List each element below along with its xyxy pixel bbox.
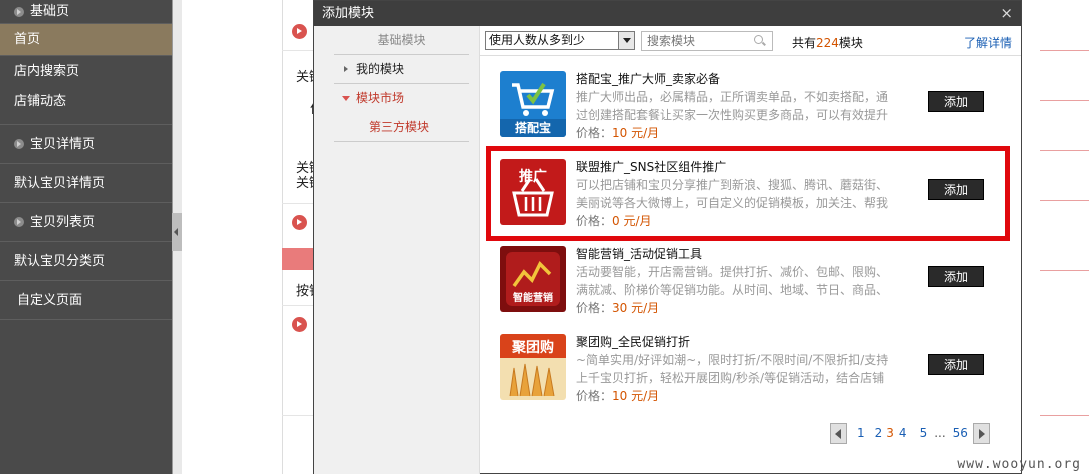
sidebar-item-custom-page[interactable]: 自定义页面 <box>0 281 172 320</box>
nav-module-market[interactable]: 模块市场 <box>334 84 469 113</box>
divider <box>1040 100 1089 101</box>
divider <box>282 415 317 416</box>
module-search-input[interactable] <box>641 31 773 51</box>
expand-icon <box>14 217 24 227</box>
sidebar-item-store-search[interactable]: 店内搜索页 <box>0 56 172 87</box>
divider <box>1040 200 1089 201</box>
highlight-box <box>486 146 1010 241</box>
dialog-body: 基础模块 我的模块 模块市场 第三方模块 使用人数从多到少 共 <box>314 26 1021 474</box>
section-label: 宝贝列表页 <box>30 214 96 230</box>
sidebar-item-home[interactable]: 首页 <box>0 24 172 56</box>
page-ellipsis: ... <box>934 426 946 440</box>
module-title[interactable]: 智能营销_活动促销工具 <box>576 245 702 262</box>
module-title[interactable]: 搭配宝_推广大师_卖家必备 <box>576 70 720 87</box>
price-label: 价格： <box>576 389 613 403</box>
add-module-button[interactable]: 添加 <box>928 91 984 112</box>
sidebar-item-default-detail[interactable]: 默认宝贝详情页 <box>0 164 172 203</box>
nav-basic-modules[interactable]: 基础模块 <box>334 26 469 55</box>
page-current: 3 <box>886 426 894 440</box>
dialog-title: 添加模块 <box>322 6 375 21</box>
module-title[interactable]: 聚团购_全民促销打折 <box>576 333 690 350</box>
section-label: 宝贝详情页 <box>30 136 96 152</box>
divider <box>282 203 317 204</box>
module-price: 价格：10 元/月 <box>576 387 659 404</box>
pagination: 1 2 3 4 5 ... 56 <box>830 422 990 444</box>
count-prefix: 共有 <box>792 36 817 50</box>
module-item: 搭配宝 搭配宝_推广大师_卖家必备 推广大师出品，必属精品，正所谓卖单品，不如卖… <box>500 70 984 151</box>
section-basic-pages[interactable]: 基础页 <box>0 0 172 24</box>
prev-page-button[interactable] <box>830 422 847 444</box>
section-item-detail-pages[interactable]: 宝贝详情页 <box>0 125 172 164</box>
divider <box>282 305 317 306</box>
module-count: 共有224模块 <box>792 34 863 51</box>
sidebar-item-default-category[interactable]: 默认宝贝分类页 <box>0 242 172 281</box>
search-icon[interactable] <box>754 35 763 44</box>
price-value: 10 元/月 <box>612 389 660 403</box>
module-description: 推广大师出品，必属精品，正所谓卖单品，不如卖搭配，通过创建搭配套餐让买家一次性购… <box>576 90 889 122</box>
module-item: 智能营销 智能营销_活动促销工具 活动要智能，开店需营销。提供打折、减价、包邮、… <box>500 245 984 326</box>
close-icon[interactable]: × <box>1000 1 1013 26</box>
price-value: 30 元/月 <box>612 301 660 315</box>
page-link[interactable]: 4 <box>899 426 907 440</box>
section-arrow-icon <box>292 317 307 332</box>
module-list-panel: 使用人数从多到少 共有224模块 了解详情 <box>480 26 1021 474</box>
dialog-title-bar: 添加模块 × <box>314 1 1021 26</box>
watermark: www.wooyun.org <box>957 457 1081 472</box>
price-value: 10 元/月 <box>612 126 660 140</box>
page-link[interactable]: 2 <box>875 426 883 440</box>
divider <box>334 141 469 142</box>
expand-icon <box>14 139 24 149</box>
module-category-nav: 基础模块 我的模块 模块市场 第三方模块 <box>314 26 480 474</box>
divider <box>1040 150 1089 151</box>
nav-label: 我的模块 <box>356 62 405 76</box>
divider <box>1040 415 1089 416</box>
chevron-right-icon <box>344 66 348 72</box>
module-logo-text: 聚团购 <box>511 339 554 356</box>
dapeibao-logo[interactable]: 搭配宝 <box>500 71 566 137</box>
module-logo-text: 搭配宝 <box>515 120 551 135</box>
nav-third-party-modules[interactable]: 第三方模块 <box>369 113 479 141</box>
module-description: ~简单实用/好评如潮~，限时打折/不限时间/不限折扣/支持上千宝贝打折，轻松开展… <box>576 353 889 385</box>
sort-value: 使用人数从多到少 <box>489 33 586 47</box>
count-suffix: 模块 <box>838 36 863 50</box>
add-module-button[interactable]: 添加 <box>928 354 984 375</box>
page-link-last[interactable]: 56 <box>953 426 968 440</box>
divider <box>282 50 317 51</box>
page-link[interactable]: 5 <box>920 426 928 440</box>
dropdown-arrow-icon[interactable] <box>618 32 634 49</box>
section-arrow-icon <box>292 24 307 39</box>
sidebar-item-store-news[interactable]: 店铺动态 <box>0 87 172 125</box>
collapse-sidebar-handle[interactable] <box>172 213 182 251</box>
chevron-down-icon <box>342 96 350 101</box>
divider <box>1040 270 1089 271</box>
group-buy-logo[interactable]: 聚团购 <box>500 334 566 400</box>
learn-more-link[interactable]: 了解详情 <box>964 34 1012 51</box>
price-label: 价格： <box>576 126 613 140</box>
count-number: 224 <box>816 36 839 50</box>
section-label: 基础页 <box>30 3 70 19</box>
module-price: 价格：10 元/月 <box>576 124 659 141</box>
price-label: 价格： <box>576 301 613 315</box>
expand-icon <box>14 6 24 17</box>
next-page-button[interactable] <box>972 422 990 444</box>
section-arrow-icon <box>292 215 307 230</box>
module-item: 聚团购 聚团购_全民促销打折 ~简单实用/好评如潮~，限时打折/不限时间/不限折… <box>500 333 984 414</box>
module-logo-text: 智能营销 <box>513 291 553 304</box>
sort-select[interactable]: 使用人数从多到少 <box>485 31 635 50</box>
module-toolbar: 使用人数从多到少 共有224模块 了解详情 <box>480 26 1021 56</box>
add-module-button[interactable]: 添加 <box>928 266 984 287</box>
module-price: 价格：30 元/月 <box>576 299 659 316</box>
nav-label: 模块市场 <box>356 91 405 105</box>
nav-my-modules[interactable]: 我的模块 <box>334 55 469 84</box>
module-description: 活动要智能，开店需营销。提供打折、减价、包邮、限购、满就减、阶梯价等促销功能。从… <box>576 265 889 297</box>
divider <box>1040 50 1089 51</box>
section-item-list-pages[interactable]: 宝贝列表页 <box>0 203 172 242</box>
background-page-right <box>1022 0 1089 474</box>
page-link[interactable]: 1 <box>857 426 865 440</box>
add-module-dialog: 添加模块 × 基础模块 我的模块 模块市场 第三方模块 使用人数从多到少 搜索模… <box>313 0 1022 474</box>
store-sidebar: 基础页 首页 店内搜索页 店铺动态 宝贝详情页 默认宝贝详情页 宝贝列表页 默认… <box>0 0 172 474</box>
smart-marketing-logo[interactable]: 智能营销 <box>500 246 566 312</box>
bg-section-bar <box>282 248 317 270</box>
